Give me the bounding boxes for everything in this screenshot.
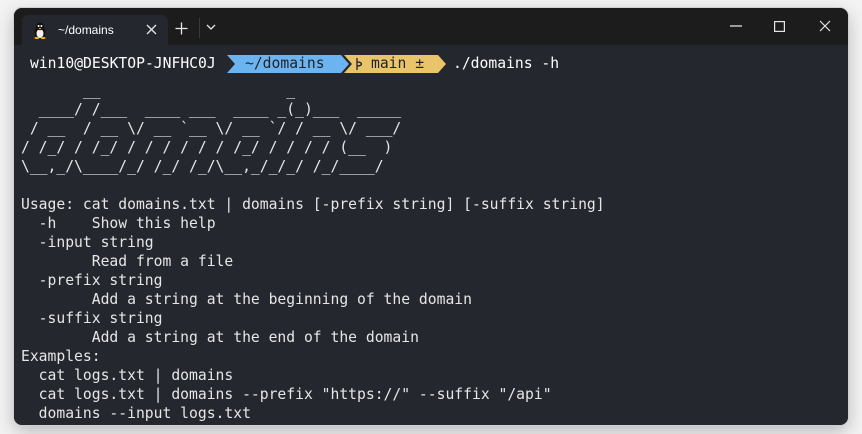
- tab-title: ~/domains: [58, 23, 114, 37]
- banner-line: / __ / __ \/ __ `__ \/ __ `/ / __ \/ ___…: [21, 120, 402, 137]
- banner-line: / /_/ / /_/ / / / / / / /_/ / / / / (__ …: [21, 139, 393, 156]
- help-line: Examples:: [21, 348, 101, 365]
- help-line: Add a string at the end of the domain: [21, 329, 419, 346]
- help-line: Add a string at the beginning of the dom…: [21, 291, 472, 308]
- help-line: -input string: [21, 234, 154, 251]
- tab-divider: [199, 18, 200, 38]
- help-line: -prefix string: [21, 272, 163, 289]
- maximize-icon[interactable]: [764, 14, 794, 38]
- terminal-window: ~/domains win10@DESKTOP-JNFHC0J ~/domain…: [14, 8, 848, 425]
- close-tab-icon[interactable]: [144, 22, 158, 36]
- help-line: -h Show this help: [21, 215, 216, 232]
- help-line: -suffix string: [21, 310, 163, 327]
- banner-line: ____/ /___ ____ ___ ____ _(_)___ _____: [21, 101, 402, 118]
- new-tab-icon[interactable]: [173, 20, 189, 36]
- close-window-icon[interactable]: [810, 14, 840, 38]
- help-line: cat logs.txt | domains --prefix "https:/…: [21, 386, 552, 403]
- help-line: Usage: cat domains.txt | domains [-prefi…: [21, 196, 605, 213]
- prompt-command: ./domains -h: [453, 55, 560, 72]
- prompt-branch: main ±: [371, 55, 425, 72]
- help-line: Read from a file: [21, 253, 234, 270]
- shell-prompt: win10@DESKTOP-JNFHC0J ~/domains main ± .…: [14, 53, 848, 75]
- prompt-path: ~/domains: [245, 55, 325, 72]
- title-bar: ~/domains: [14, 8, 848, 45]
- prompt-user-host: win10@DESKTOP-JNFHC0J: [30, 55, 216, 72]
- tab-domains[interactable]: ~/domains: [22, 15, 168, 45]
- banner-line: \__,_/\____/_/ /_/ /_/\__,_/_/_/ /_/____…: [21, 158, 384, 175]
- minimize-icon[interactable]: [721, 14, 751, 38]
- linux-penguin-icon: [32, 21, 48, 39]
- terminal-output-area[interactable]: win10@DESKTOP-JNFHC0J ~/domains main ± .…: [14, 45, 848, 425]
- banner-line: __ _: [21, 82, 296, 99]
- help-line: domains --input logs.txt: [21, 405, 251, 422]
- chevron-down-icon[interactable]: [204, 20, 218, 34]
- help-line: cat logs.txt | domains: [21, 367, 234, 384]
